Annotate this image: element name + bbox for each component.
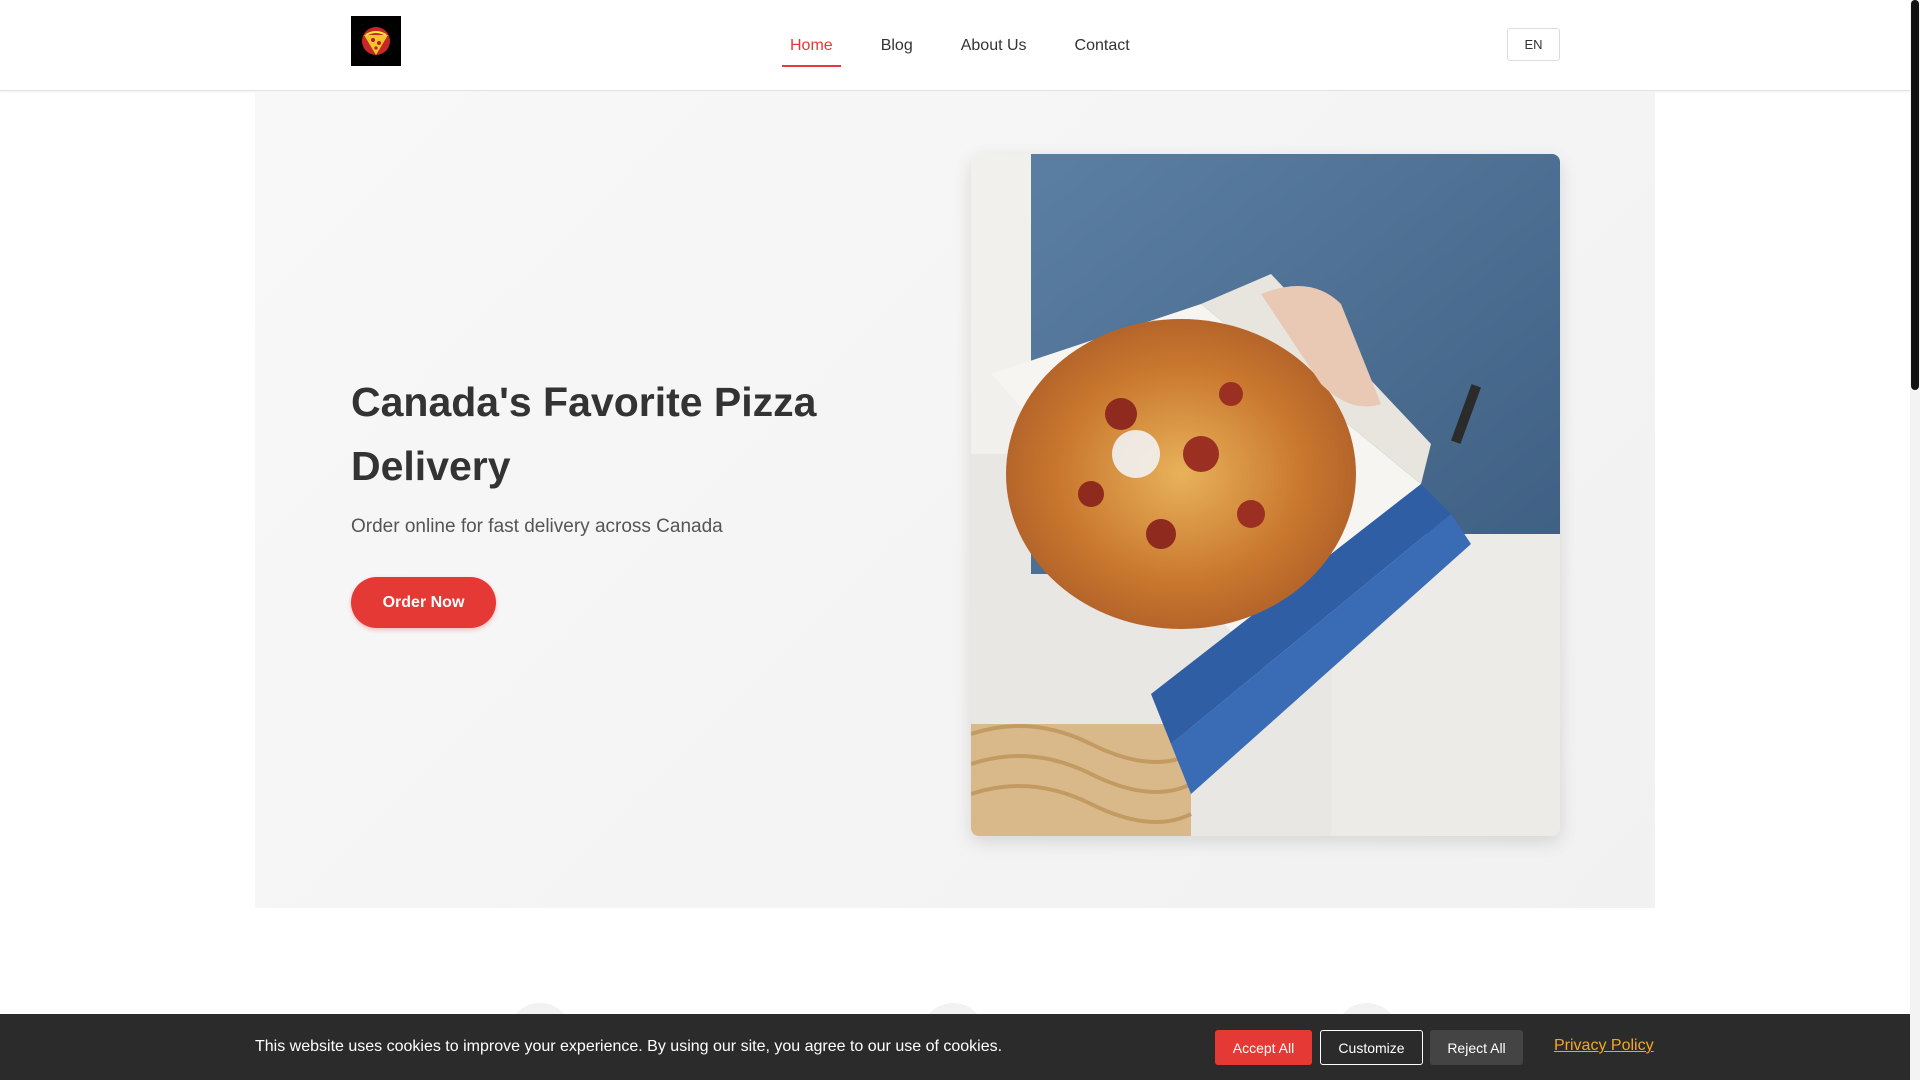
accept-all-button[interactable]: Accept All	[1215, 1030, 1312, 1065]
customize-button[interactable]: Customize	[1320, 1030, 1423, 1065]
nav-blog[interactable]: Blog	[881, 0, 913, 91]
pizza-box-photo	[971, 154, 1560, 836]
privacy-policy-link[interactable]: Privacy Policy	[1554, 1037, 1654, 1055]
hero-subtitle: Order online for fast delivery across Ca…	[351, 516, 723, 537]
scrollbar-thumb[interactable]	[1911, 0, 1919, 390]
nav-contact[interactable]: Contact	[1075, 0, 1130, 91]
pizza-logo-icon[interactable]	[351, 16, 401, 66]
hero-title: Canada's Favorite Pizza Delivery	[351, 379, 817, 489]
language-selector[interactable]: EN	[1507, 28, 1560, 61]
cookie-message: This website uses cookies to improve you…	[255, 1038, 1003, 1055]
reject-all-button[interactable]: Reject All	[1430, 1030, 1523, 1065]
site-header: Home Blog About Us Contact EN	[0, 0, 1910, 91]
main-nav: Home Blog About Us Contact	[782, 0, 1178, 91]
nav-home[interactable]: Home	[782, 0, 841, 91]
order-now-button[interactable]: Order Now	[351, 577, 496, 628]
nav-about-us[interactable]: About Us	[961, 0, 1027, 91]
